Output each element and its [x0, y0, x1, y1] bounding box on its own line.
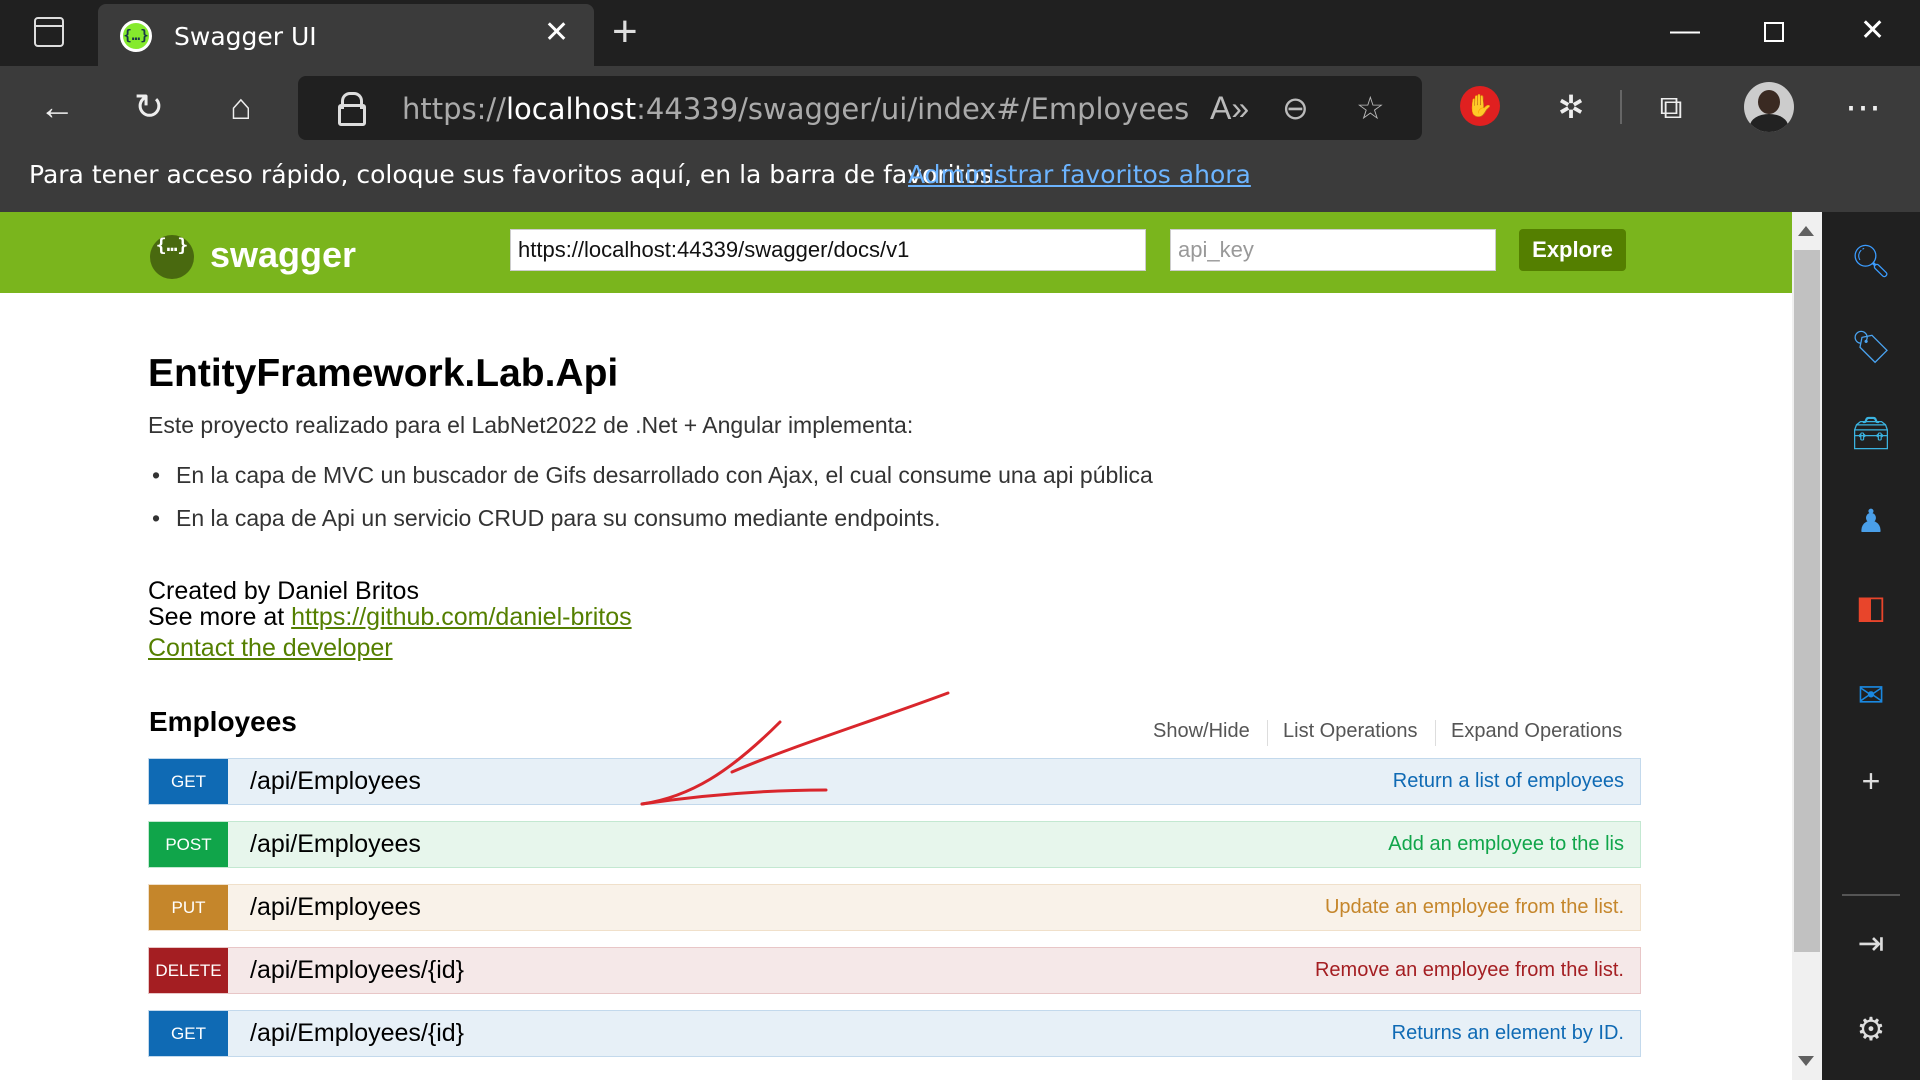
more-icon[interactable]: ⋯: [1840, 84, 1886, 130]
address-bar[interactable]: https://localhost:44339/swagger/ui/index…: [298, 76, 1422, 140]
navigation-bar: ← ↻ ⌂ https://localhost:44339/swagger/ui…: [0, 66, 1920, 148]
back-arrow-icon[interactable]: ←: [34, 84, 80, 130]
tab-actions-icon[interactable]: [34, 17, 64, 47]
github-link[interactable]: https://github.com/daniel-britos: [291, 603, 631, 631]
restore-icon[interactable]: [1764, 22, 1784, 42]
scroll-down-icon[interactable]: [1798, 1056, 1814, 1066]
see-more: See more at https://github.com/daniel-br…: [148, 603, 632, 631]
tab-title: Swagger UI: [174, 22, 317, 51]
blocker-extension-icon[interactable]: ✋: [1460, 86, 1500, 126]
swagger-favicon-icon: {…}: [120, 20, 152, 52]
list-item: En la capa de Api un servicio CRUD para …: [152, 501, 1153, 544]
api-key-input[interactable]: [1170, 229, 1496, 271]
operation-path[interactable]: /api/Employees: [250, 767, 421, 796]
swagger-logo-text[interactable]: swagger: [210, 234, 356, 276]
browser-tab[interactable]: {…} Swagger UI ✕: [98, 4, 594, 66]
operation-row[interactable]: POST /api/Employees Add an employee to t…: [148, 821, 1641, 868]
author-info: Created by Daniel Britos See more at htt…: [148, 578, 632, 630]
explore-button[interactable]: Explore: [1519, 229, 1626, 271]
games-icon[interactable]: ♟︎: [1848, 498, 1894, 544]
tools-icon[interactable]: 🧰︎: [1848, 410, 1894, 456]
favorites-message: Para tener acceso rápido, coloque sus fa…: [29, 160, 1001, 189]
method-badge[interactable]: GET: [149, 1011, 228, 1056]
title-bar: {…} Swagger UI ✕ + — ✕: [0, 0, 1920, 66]
swagger-header: {…} swagger Explore: [0, 212, 1792, 293]
expand-operations-link[interactable]: Expand Operations: [1451, 720, 1622, 743]
lock-icon[interactable]: [338, 92, 366, 126]
url-text[interactable]: https://localhost:44339/swagger/ui/index…: [402, 92, 1189, 126]
created-by: Created by Daniel Britos: [148, 577, 419, 605]
browser-sidebar: 🔍︎ 🏷︎ 🧰︎ ♟︎ ◧ ✉︎ + ⇥ ⚙︎: [1822, 212, 1920, 1080]
add-icon[interactable]: +: [1848, 758, 1894, 804]
operation-path[interactable]: /api/Employees: [250, 830, 421, 859]
scrollbar-thumb[interactable]: [1794, 250, 1820, 952]
contact-developer-link[interactable]: Contact the developer: [148, 634, 393, 663]
operation-summary[interactable]: Remove an employee from the list.: [1315, 959, 1624, 982]
new-tab-icon[interactable]: +: [612, 10, 638, 54]
operation-path[interactable]: /api/Employees/{id}: [250, 956, 464, 985]
operation-path[interactable]: /api/Employees/{id}: [250, 1019, 464, 1048]
list-operations-link[interactable]: List Operations: [1283, 720, 1418, 743]
sidebar-divider: [1842, 894, 1900, 896]
operation-row[interactable]: GET /api/Employees/{id} Returns an eleme…: [148, 1010, 1641, 1057]
description-list: En la capa de MVC un buscador de Gifs de…: [152, 458, 1153, 544]
operation-row[interactable]: DELETE /api/Employees/{id} Remove an emp…: [148, 947, 1641, 994]
resource-title[interactable]: Employees: [149, 706, 297, 738]
operation-path[interactable]: /api/Employees: [250, 893, 421, 922]
method-badge[interactable]: DELETE: [149, 948, 228, 993]
operation-summary[interactable]: Return a list of employees: [1393, 770, 1624, 793]
spec-url-input[interactable]: [510, 229, 1146, 271]
scrollbar[interactable]: [1792, 212, 1822, 1080]
close-window-icon[interactable]: ✕: [1860, 16, 1885, 46]
method-badge[interactable]: POST: [149, 822, 228, 867]
page-content: {…} swagger Explore EntityFramework.Lab.…: [0, 212, 1822, 1080]
method-badge[interactable]: GET: [149, 759, 228, 804]
api-description: Este proyecto realizado para el LabNet20…: [148, 412, 914, 438]
swagger-logo-icon[interactable]: {…}: [150, 235, 194, 279]
divider: [1267, 720, 1268, 746]
operation-summary[interactable]: Add an employee to the lis: [1388, 833, 1624, 856]
manage-favorites-link[interactable]: Administrar favoritos ahora: [908, 160, 1251, 189]
read-aloud-icon[interactable]: A»: [1210, 90, 1249, 126]
office-icon[interactable]: ◧: [1848, 584, 1894, 630]
operation-row[interactable]: GET /api/Employees Return a list of empl…: [148, 758, 1641, 805]
add-favorite-icon[interactable]: ☆: [1356, 90, 1385, 126]
close-tab-icon[interactable]: ✕: [544, 18, 569, 48]
operation-summary[interactable]: Update an employee from the list.: [1325, 896, 1624, 919]
outlook-icon[interactable]: ✉︎: [1848, 672, 1894, 718]
refresh-icon[interactable]: ↻: [126, 84, 172, 130]
divider: [1435, 720, 1436, 746]
resource-operations: Show/Hide List Operations Expand Operati…: [1120, 720, 1634, 748]
show-hide-link[interactable]: Show/Hide: [1153, 720, 1250, 743]
settings-icon[interactable]: ⚙︎: [1848, 1006, 1894, 1052]
extensions-icon[interactable]: ✲: [1548, 84, 1594, 130]
search-icon[interactable]: 🔍︎: [1848, 238, 1894, 284]
favorites-bar: Para tener acceso rápido, coloque sus fa…: [0, 148, 1920, 212]
collections-icon[interactable]: ⧉: [1648, 84, 1694, 130]
toolbar-divider: [1620, 90, 1622, 124]
exit-sidebar-icon[interactable]: ⇥: [1848, 920, 1894, 966]
method-badge[interactable]: PUT: [149, 885, 228, 930]
minimize-icon[interactable]: —: [1670, 16, 1700, 46]
scroll-up-icon[interactable]: [1798, 226, 1814, 236]
page-title: EntityFramework.Lab.Api: [148, 352, 619, 395]
home-icon[interactable]: ⌂: [218, 84, 264, 130]
zoom-out-icon[interactable]: ⊖: [1282, 90, 1309, 126]
avatar[interactable]: [1744, 82, 1794, 132]
operation-summary[interactable]: Returns an element by ID.: [1392, 1022, 1624, 1045]
list-item: En la capa de MVC un buscador de Gifs de…: [152, 458, 1153, 501]
operation-row[interactable]: PUT /api/Employees Update an employee fr…: [148, 884, 1641, 931]
shopping-tag-icon[interactable]: 🏷︎: [1848, 324, 1894, 370]
operations-list: GET /api/Employees Return a list of empl…: [148, 758, 1641, 1073]
